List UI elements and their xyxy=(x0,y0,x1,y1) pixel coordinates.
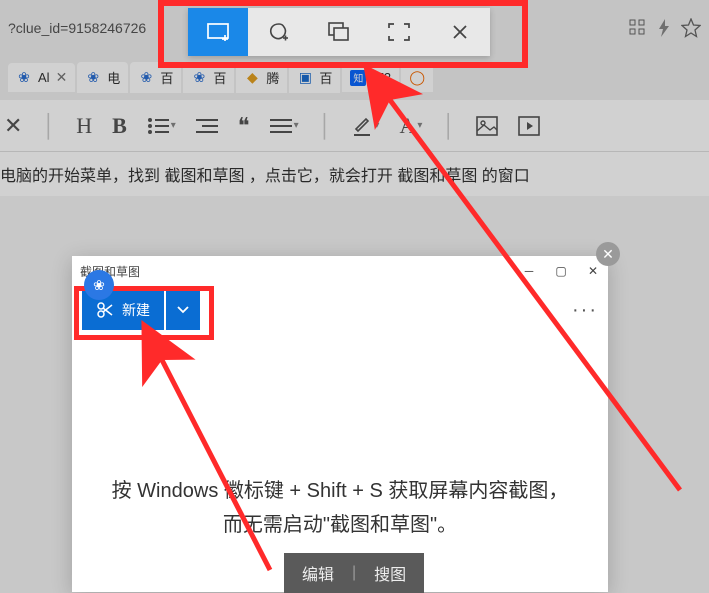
window-close-icon[interactable]: ✕ xyxy=(586,264,600,278)
list-button[interactable]: ▾ xyxy=(147,117,176,135)
new-snip-dropdown[interactable] xyxy=(166,290,200,330)
snip-sketch-window: ✕ 截图和草图 ─ ▢ ✕ 新建 ··· ❀ 按 Windows 徽标键 + S… xyxy=(72,256,608,592)
indent-button[interactable] xyxy=(196,117,218,135)
favicon-icon: ◯ xyxy=(409,70,425,86)
snip-fullscreen-button[interactable] xyxy=(369,8,429,56)
editor-toolbar: ✕ │ H B ▾ ❝ ▾ │ ▾ A▾ │ xyxy=(0,100,709,152)
favicon-icon: ▣ xyxy=(297,70,313,86)
snip-sketch-body: 按 Windows 徽标键 + Shift + S 获取屏幕内容截图， 而无需启… xyxy=(72,334,608,542)
editor-body-text: 电脑的开始菜单，找到 截图和草图 ，点击它，就会打开 截图和草图 的窗口 xyxy=(0,152,709,196)
scissors-icon xyxy=(96,301,114,319)
browser-tab[interactable]: ❀Al✕ xyxy=(8,63,75,92)
grid-icon[interactable] xyxy=(629,19,647,37)
divider: │ xyxy=(42,113,56,139)
window-title: 截图和草图 xyxy=(80,263,522,280)
command-bar: 新建 ··· xyxy=(72,286,608,334)
bolt-icon[interactable] xyxy=(657,19,671,37)
snip-window-button[interactable] xyxy=(309,8,369,56)
more-options-button[interactable]: ··· xyxy=(572,299,598,322)
snip-rectangle-button[interactable] xyxy=(188,8,248,56)
video-button[interactable] xyxy=(518,116,540,136)
zhihu-icon: 知 xyxy=(350,70,366,86)
highlight-button[interactable]: ▾ xyxy=(352,115,379,137)
image-button[interactable] xyxy=(476,116,498,136)
snip-close-button[interactable] xyxy=(430,8,490,56)
align-button[interactable]: ▾ xyxy=(270,117,299,135)
search-image-button[interactable]: 搜图 xyxy=(356,561,424,585)
window-maximize-icon[interactable]: ▢ xyxy=(554,264,568,278)
quote-button[interactable]: ❝ xyxy=(238,113,250,139)
close-formatting-icon[interactable]: ✕ xyxy=(4,113,22,139)
snip-freeform-button[interactable] xyxy=(248,8,308,56)
window-titlebar: 截图和草图 ─ ▢ ✕ xyxy=(72,256,608,286)
edit-button[interactable]: 编辑 xyxy=(284,561,352,585)
divider: │ xyxy=(442,113,456,139)
window-minimize-icon[interactable]: ─ xyxy=(522,264,536,278)
heading-button[interactable]: H xyxy=(76,113,92,139)
baidu-icon: ❀ xyxy=(16,70,32,86)
divider: │ xyxy=(319,113,333,139)
tab-close-icon[interactable]: ✕ xyxy=(56,69,68,86)
baidu-icon: ❀ xyxy=(191,70,207,86)
bold-button[interactable]: B xyxy=(112,113,127,139)
baidu-icon: ❀ xyxy=(138,70,154,86)
browser-tab[interactable]: ❀电 xyxy=(77,62,128,93)
baidu-icon: ❀ xyxy=(85,70,101,86)
baidu-overlay-icon[interactable]: ❀ xyxy=(84,270,114,300)
overlay-close-icon[interactable]: ✕ xyxy=(596,242,620,266)
star-icon[interactable] xyxy=(681,18,701,38)
text-color-button[interactable]: A▾ xyxy=(399,113,422,139)
image-action-bar: 编辑 | 搜图 xyxy=(284,553,424,593)
favicon-icon: ◆ xyxy=(244,70,260,86)
snip-mode-toolbar xyxy=(188,8,490,56)
